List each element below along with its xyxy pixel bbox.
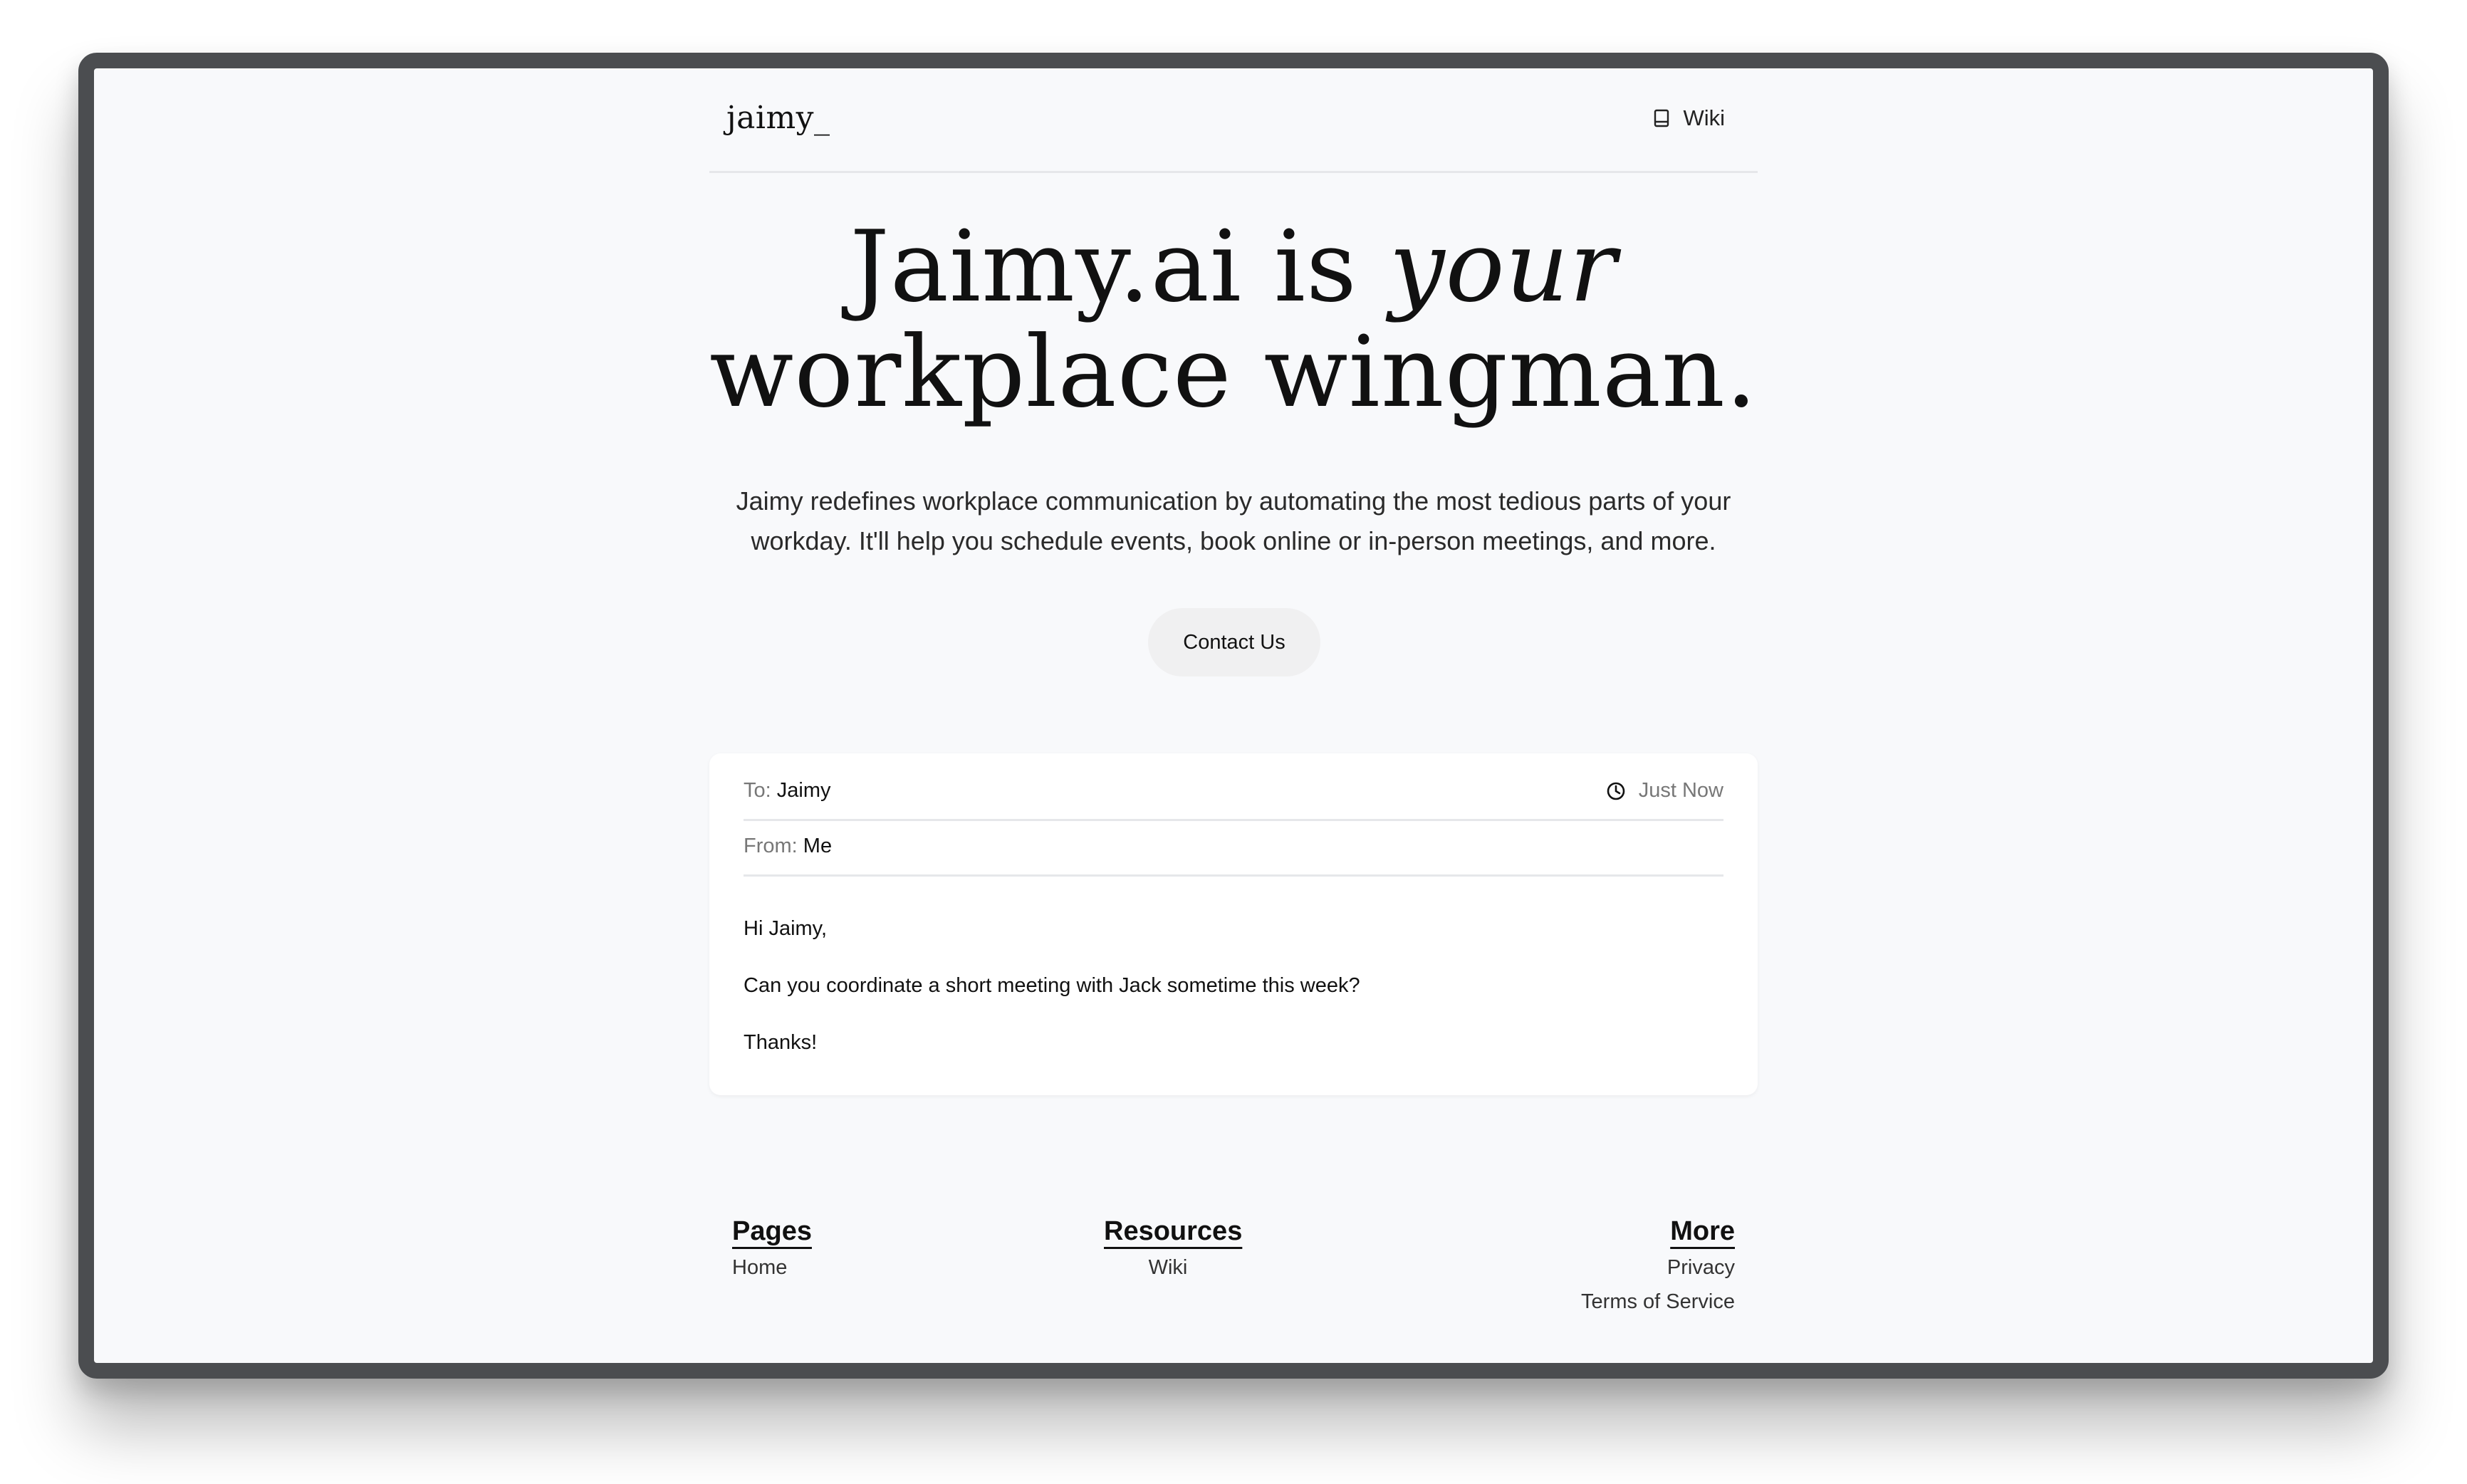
footer-link-terms[interactable]: Terms of Service	[1581, 1288, 1735, 1315]
nav-wiki-link[interactable]: Wiki	[1653, 105, 1725, 131]
footer-pages-heading: Pages	[732, 1216, 812, 1246]
email-card: To: Jaimy Just Now From: Me Hi Jaimy, Ca…	[709, 753, 1758, 1095]
page: jaimy_ Wiki Jaimy.ai is your workplace w…	[94, 68, 2373, 1363]
email-from-label: From:	[744, 835, 798, 857]
email-time: Just Now	[1638, 779, 1723, 802]
hero-title: Jaimy.ai is your workplace wingman.	[709, 214, 1758, 425]
email-from: From: Me	[744, 835, 832, 858]
email-signoff: Thanks!	[744, 1031, 818, 1054]
email-message: Can you coordinate a short meeting with …	[744, 974, 1360, 997]
clock-icon	[1607, 782, 1625, 800]
email-to-row: To: Jaimy Just Now	[744, 763, 1723, 821]
hero-subtitle-line2: workday. It'll help you schedule events,…	[751, 526, 1716, 555]
book-icon	[1654, 109, 1669, 127]
logo[interactable]: jaimy_	[726, 100, 830, 136]
email-to-label: To:	[744, 779, 771, 802]
browser-frame: jaimy_ Wiki Jaimy.ai is your workplace w…	[78, 53, 2389, 1379]
hero-title-line2: workplace wingman.	[709, 315, 1758, 429]
email-from-value: Me	[803, 835, 833, 857]
hero-subtitle: Jaimy redefines workplace communication …	[709, 481, 1758, 561]
hero-title-prefix: Jaimy.ai is	[850, 209, 1389, 324]
footer-resources: Resources Wiki	[1104, 1216, 1243, 1281]
email-from-row: From: Me	[744, 819, 1723, 877]
email-to-value: Jaimy	[776, 779, 831, 802]
hero-title-emphasis: your	[1389, 209, 1617, 324]
email-greeting: Hi Jaimy,	[744, 917, 828, 940]
footer-link-privacy[interactable]: Privacy	[1581, 1254, 1735, 1281]
footer-more-heading: More	[1670, 1216, 1735, 1246]
footer-link-wiki[interactable]: Wiki	[1104, 1254, 1232, 1281]
nav-wiki-label: Wiki	[1683, 105, 1725, 130]
email-timestamp: Just Now	[1606, 779, 1723, 803]
footer-resources-heading: Resources	[1104, 1216, 1243, 1246]
contact-us-button[interactable]: Contact Us	[1148, 608, 1320, 676]
email-to: To: Jaimy	[744, 779, 830, 803]
footer-link-home[interactable]: Home	[732, 1254, 812, 1281]
footer-pages: Pages Home	[732, 1216, 812, 1281]
footer-more: More Privacy Terms of Service	[1581, 1216, 1735, 1315]
top-nav: jaimy_ Wiki	[709, 68, 1758, 173]
hero-subtitle-line1: Jaimy redefines workplace communication …	[736, 486, 1731, 516]
